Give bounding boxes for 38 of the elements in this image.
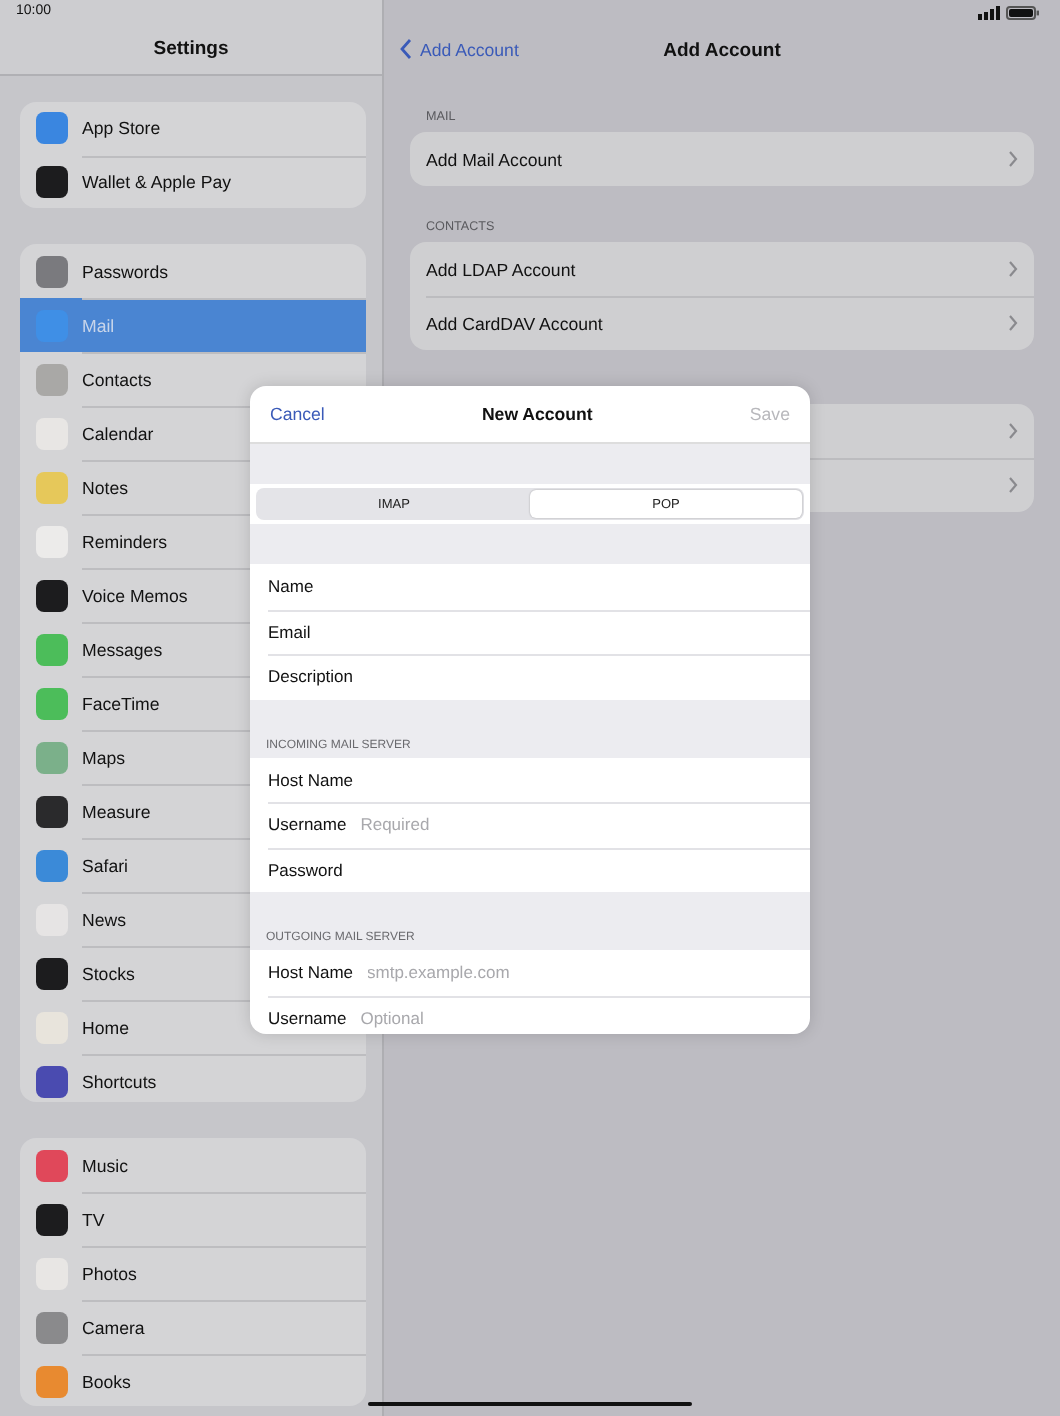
field-label: Description (268, 666, 354, 687)
sidebar-item[interactable]: App Store (20, 101, 366, 156)
field-label: Email (268, 621, 311, 642)
chevron-right-icon (1008, 150, 1018, 168)
field-label: Password (268, 859, 343, 880)
sidebar-item[interactable]: Contacts (20, 352, 366, 407)
sidebar-title: Settings (153, 38, 229, 60)
sidebar-item[interactable]: Music (20, 1138, 366, 1193)
sidebar-item[interactable]: Reminders (20, 514, 366, 569)
sidebar-item[interactable]: Wallet & Apple Pay (20, 155, 366, 209)
battery-icon (1006, 6, 1040, 20)
field-label: Host Name (268, 962, 354, 983)
list-row[interactable]: Add CardDAV Account (410, 296, 1034, 350)
sidebar-item[interactable]: Camera (20, 1300, 366, 1355)
cancel-button[interactable]: Cancel (270, 404, 325, 424)
dialog-title: New Account (481, 404, 593, 424)
signal-icon (978, 6, 1000, 20)
field-label: Username (268, 1007, 347, 1028)
sidebar-item[interactable]: Shortcuts (20, 1054, 366, 1103)
field-label: Username (268, 814, 347, 835)
chevron-left-icon (400, 38, 412, 60)
field-label: Host Name (268, 769, 354, 790)
input-field[interactable]: Required (360, 810, 810, 839)
chevron-right-icon (1008, 422, 1018, 440)
sidebar-item[interactable]: Notes (20, 460, 366, 515)
sidebar-item[interactable]: Books (20, 1354, 366, 1406)
page-title: Add Account (663, 39, 781, 61)
chevron-right-icon (1008, 260, 1018, 278)
input-field[interactable]: Optional (360, 1003, 810, 1032)
field-label: Name (268, 576, 314, 597)
chevron-right-icon (1008, 476, 1018, 494)
sidebar-item[interactable]: Passwords (20, 244, 366, 299)
sidebar-item[interactable]: TV (20, 1192, 366, 1247)
sidebar-item[interactable]: Photos (20, 1246, 366, 1301)
chevron-right-icon (1008, 314, 1018, 332)
list-row[interactable]: Add Mail Account (410, 132, 1034, 186)
list-row[interactable]: Add LDAP Account (410, 242, 1034, 296)
input-field[interactable]: smtp.example.com (367, 958, 810, 987)
